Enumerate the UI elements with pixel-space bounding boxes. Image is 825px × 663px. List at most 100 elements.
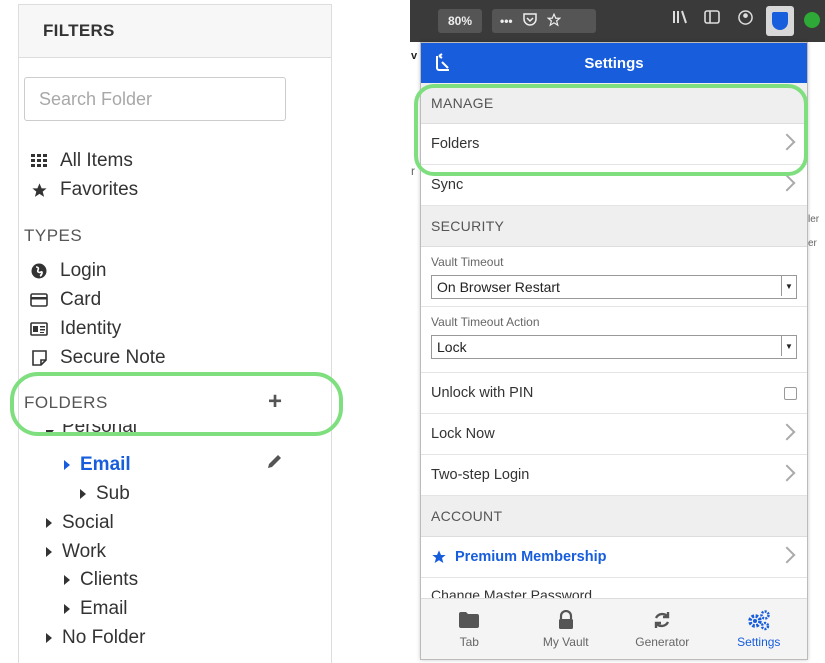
settings-sync-label: Sync (431, 177, 464, 193)
chevron-right-icon (778, 464, 796, 482)
type-identity[interactable]: Identity (30, 316, 121, 342)
zoom-level[interactable]: 80% (438, 9, 482, 33)
type-identity-label: Identity (60, 318, 122, 339)
tab-generator[interactable]: Generator (614, 599, 711, 659)
filter-all-items-label: All Items (60, 150, 133, 171)
vault-timeout-select[interactable]: On Browser Restart ▼ (431, 275, 797, 299)
library-icon[interactable] (672, 10, 688, 28)
grid-icon (30, 152, 48, 170)
folder-no-folder[interactable]: No Folder (46, 625, 145, 651)
tab-tab[interactable]: Tab (421, 599, 518, 659)
type-login[interactable]: Login (30, 258, 107, 284)
premium-membership-item[interactable]: Premium Membership (421, 537, 807, 578)
tab-my-vault[interactable]: My Vault (518, 599, 615, 659)
add-folder-button[interactable]: + (268, 388, 282, 416)
bookmark-star-icon[interactable] (546, 12, 562, 30)
globe-icon (30, 262, 48, 280)
folder-email-label: Email (80, 454, 131, 475)
section-security: SECURITY (421, 206, 807, 247)
folder-personal[interactable]: Personal (46, 424, 137, 438)
caret-right-icon (46, 518, 52, 528)
settings-folders-label: Folders (431, 136, 480, 152)
dropdown-arrow-icon: ▼ (781, 336, 796, 356)
two-step-login-item[interactable]: Two-step Login (421, 455, 807, 496)
shield-icon (772, 12, 788, 30)
section-account: ACCOUNT (421, 496, 807, 537)
folder-personal-label: Personal (62, 424, 137, 437)
folder-sub-label: Sub (96, 483, 130, 504)
folder-social-label: Social (62, 512, 114, 533)
vault-timeout-action-select[interactable]: Lock ▼ (431, 335, 797, 359)
caret-right-icon (80, 489, 86, 499)
search-folder-input[interactable] (24, 77, 286, 121)
filter-favorites-label: Favorites (60, 179, 139, 200)
star-icon (30, 181, 48, 199)
folder-work-email-label: Email (80, 598, 128, 619)
vault-timeout-action-field: Vault Timeout Action Lock ▼ (421, 307, 807, 373)
account-icon[interactable] (738, 10, 753, 29)
filters-title: FILTERS (19, 5, 331, 58)
vault-timeout-label: Vault Timeout (431, 255, 504, 269)
lock-icon (558, 609, 574, 631)
section-manage: MANAGE (421, 83, 807, 124)
popup-header: Settings (421, 43, 807, 83)
refresh-icon (652, 609, 672, 631)
sidebar-icon[interactable] (704, 10, 720, 28)
vault-timeout-action-label: Vault Timeout Action (431, 315, 540, 329)
folder-work[interactable]: Work (46, 539, 106, 565)
note-icon (30, 349, 48, 367)
tab-settings[interactable]: Settings (711, 599, 808, 659)
folder-clients-label: Clients (80, 569, 139, 590)
lock-now-item[interactable]: Lock Now (421, 414, 807, 455)
tab-settings-label: Settings (737, 635, 781, 649)
chevron-right-icon (778, 133, 796, 151)
filter-favorites[interactable]: Favorites (30, 177, 138, 203)
edit-folder-pencil-icon[interactable] (266, 452, 284, 470)
caret-right-icon (64, 604, 70, 614)
background-fragment: ler (808, 214, 820, 225)
tab-generator-label: Generator (635, 635, 690, 649)
caret-right-icon (64, 460, 70, 470)
folder-no-folder-label: No Folder (62, 627, 146, 648)
type-card-label: Card (60, 289, 102, 310)
settings-sync-item[interactable]: Sync (421, 165, 807, 206)
bitwarden-extension-button[interactable] (766, 6, 794, 36)
type-secure-note[interactable]: Secure Note (30, 345, 166, 371)
check-extension-icon[interactable] (804, 12, 820, 28)
folder-clients[interactable]: Clients (64, 567, 138, 593)
settings-folders-item[interactable]: Folders (421, 124, 807, 165)
two-step-login-label: Two-step Login (431, 467, 530, 483)
unlock-with-pin-item[interactable]: Unlock with PIN (421, 373, 807, 414)
folders-heading: FOLDERS (24, 393, 108, 412)
background-fragment: r (411, 164, 415, 178)
chevron-right-icon (778, 423, 796, 441)
vault-timeout-value: On Browser Restart (437, 279, 560, 295)
vault-timeout-action-value: Lock (437, 339, 467, 355)
folder-social[interactable]: Social (46, 510, 114, 536)
caret-down-icon (46, 430, 54, 436)
folder-work-email[interactable]: Email (64, 596, 128, 622)
lock-now-label: Lock Now (431, 426, 495, 442)
popout-icon[interactable] (433, 53, 453, 73)
unlock-with-pin-checkbox[interactable] (784, 387, 797, 400)
type-login-label: Login (60, 260, 107, 281)
background-fragment: er (808, 238, 817, 249)
gears-icon (747, 609, 771, 631)
caret-right-icon (64, 575, 70, 585)
change-master-password-label: Change Master Password (431, 587, 593, 598)
folder-email[interactable]: Email (64, 452, 131, 478)
popup-title: Settings (584, 54, 644, 72)
pocket-icon[interactable] (522, 13, 537, 29)
filter-all-items[interactable]: All Items (30, 148, 133, 174)
chevron-right-icon (778, 546, 796, 564)
star-icon (431, 549, 447, 565)
unlock-with-pin-label: Unlock with PIN (431, 385, 534, 401)
tab-my-vault-label: My Vault (542, 635, 589, 649)
type-card[interactable]: Card (30, 287, 101, 313)
vault-timeout-field: Vault Timeout On Browser Restart ▼ (421, 247, 807, 307)
premium-membership-label: Premium Membership (455, 549, 607, 565)
change-master-password-item[interactable]: Change Master Password (421, 578, 807, 598)
browser-toolbar: 80% ••• (410, 0, 825, 42)
folder-sub[interactable]: Sub (80, 481, 130, 507)
more-actions-button[interactable]: ••• (500, 14, 513, 28)
